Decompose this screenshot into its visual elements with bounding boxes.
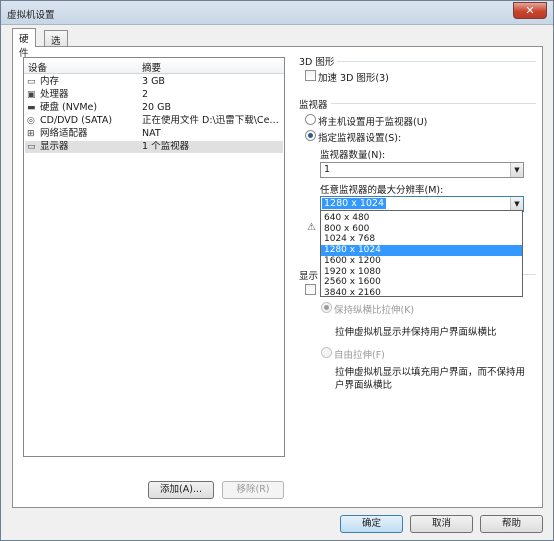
resolution-dropdown-list[interactable]: 640 x 480 800 x 600 1024 x 768 1280 x 10… [320, 210, 523, 299]
processor-icon: ▣ [27, 90, 36, 100]
keep-aspect-stretch-description: 拉伸虚拟机显示并保持用户界面纵横比 [335, 327, 497, 338]
display-icon: ▭ [27, 142, 36, 152]
column-header-device[interactable]: 设备 [28, 60, 47, 74]
monitor-count-select[interactable]: 1 ▼ [320, 162, 524, 178]
chevron-down-icon[interactable]: ▼ [510, 163, 523, 177]
column-header-summary[interactable]: 摘要 [142, 60, 161, 74]
specify-monitor-settings-label: 指定监视器设置(S): [318, 133, 402, 144]
device-name: CD/DVD (SATA) [40, 115, 113, 126]
resolution-option[interactable]: 3840 x 2160 [321, 288, 522, 299]
group-title-3d-graphics: 3D 图形 [299, 54, 338, 68]
group-title-monitors: 监视器 [299, 97, 331, 111]
max-resolution-label: 任意监视器的最大分辨率(M): [320, 185, 444, 196]
resolution-option[interactable]: 2560 x 1600 [321, 277, 522, 288]
resolution-option[interactable]: 1024 x 768 [321, 234, 522, 245]
device-list[interactable]: 设备 摘要 ▭ 内存 3 GB ▣ 处理器 2 ▬ 硬盘 (NVMe) 20 G… [23, 57, 285, 457]
add-button[interactable]: 添加(A)... [148, 481, 214, 499]
device-name: 显示器 [40, 141, 69, 152]
title-bar: 虚拟机设置 ✕ [1, 1, 553, 25]
stretch-mode-checkbox[interactable] [305, 284, 316, 295]
settings-dialog: 虚拟机设置 ✕ 硬件 选项 设备 摘要 ▭ 内存 3 GB ▣ 处理器 2 ▬ [0, 0, 554, 541]
resolution-option[interactable]: 1600 x 1200 [321, 256, 522, 267]
ok-button[interactable]: 确定 [340, 515, 403, 533]
monitor-count-label: 监视器数量(N): [320, 150, 386, 161]
resolution-option[interactable]: 1920 x 1080 [321, 267, 522, 278]
harddisk-icon: ▬ [27, 103, 36, 113]
network-adapter-icon: ⊞ [27, 129, 35, 139]
chevron-down-icon[interactable]: ▼ [510, 197, 523, 211]
free-stretch-label: 自由拉伸(F) [334, 350, 385, 361]
window-title: 虚拟机设置 [7, 10, 55, 21]
free-stretch-radio[interactable] [321, 347, 332, 358]
device-row-display[interactable]: ▭ 显示器 1 个监视器 [25, 141, 283, 153]
tab-hardware[interactable]: 硬件 [12, 28, 36, 59]
device-summary: 正在使用文件 D:\迅雷下载\Cen... [142, 115, 282, 126]
group-border-monitors [299, 103, 536, 104]
free-stretch-description-line1: 拉伸虚拟机显示以填充用户界面，而不保持用 [335, 367, 526, 378]
accelerate-3d-label: 加速 3D 图形(3) [318, 73, 389, 84]
cd-dvd-icon: ◎ [27, 116, 35, 126]
free-stretch-description-line2: 户界面纵横比 [335, 380, 393, 391]
device-name: 网络适配器 [40, 128, 88, 139]
device-row-harddisk[interactable]: ▬ 硬盘 (NVMe) 20 GB [25, 102, 283, 114]
group-title-display: 显示 [299, 268, 322, 282]
device-name: 硬盘 (NVMe) [40, 102, 98, 113]
use-host-settings-label: 将主机设置用于监视器(U) [318, 117, 428, 128]
help-button[interactable]: 帮助 [480, 515, 543, 533]
cancel-button[interactable]: 取消 [410, 515, 473, 533]
keep-aspect-stretch-label: 保持纵横比拉伸(K) [334, 305, 415, 316]
use-host-settings-radio[interactable] [305, 114, 316, 125]
warning-icon: ⚠ [307, 222, 316, 233]
tab-options[interactable]: 选项 [44, 30, 68, 61]
monitor-count-value: 1 [324, 164, 331, 175]
device-row-memory[interactable]: ▭ 内存 3 GB [25, 76, 283, 88]
device-summary: 2 [142, 89, 149, 100]
close-button[interactable]: ✕ [513, 2, 547, 19]
device-row-network-adapter[interactable]: ⊞ 网络适配器 NAT [25, 128, 283, 140]
memory-icon: ▭ [27, 77, 36, 87]
device-summary: 20 GB [142, 102, 171, 113]
device-list-header: 设备 摘要 [24, 58, 284, 74]
max-resolution-value: 1280 x 1024 [322, 198, 387, 209]
device-name: 处理器 [40, 89, 69, 100]
device-row-processor[interactable]: ▣ 处理器 2 [25, 89, 283, 101]
device-summary: NAT [142, 128, 161, 139]
device-summary: 1 个监视器 [142, 141, 190, 152]
resolution-option-selected[interactable]: 1280 x 1024 [321, 245, 522, 256]
resolution-option[interactable]: 640 x 480 [321, 213, 522, 224]
keep-aspect-stretch-radio[interactable] [321, 302, 332, 313]
specify-monitor-settings-radio[interactable] [305, 130, 316, 141]
remove-button[interactable]: 移除(R) [222, 481, 284, 499]
accelerate-3d-checkbox[interactable] [305, 70, 316, 81]
device-row-cd-dvd[interactable]: ◎ CD/DVD (SATA) 正在使用文件 D:\迅雷下载\Cen... [25, 115, 283, 127]
resolution-option[interactable]: 800 x 600 [321, 224, 522, 235]
device-summary: 3 GB [142, 76, 165, 87]
device-name: 内存 [40, 76, 60, 87]
